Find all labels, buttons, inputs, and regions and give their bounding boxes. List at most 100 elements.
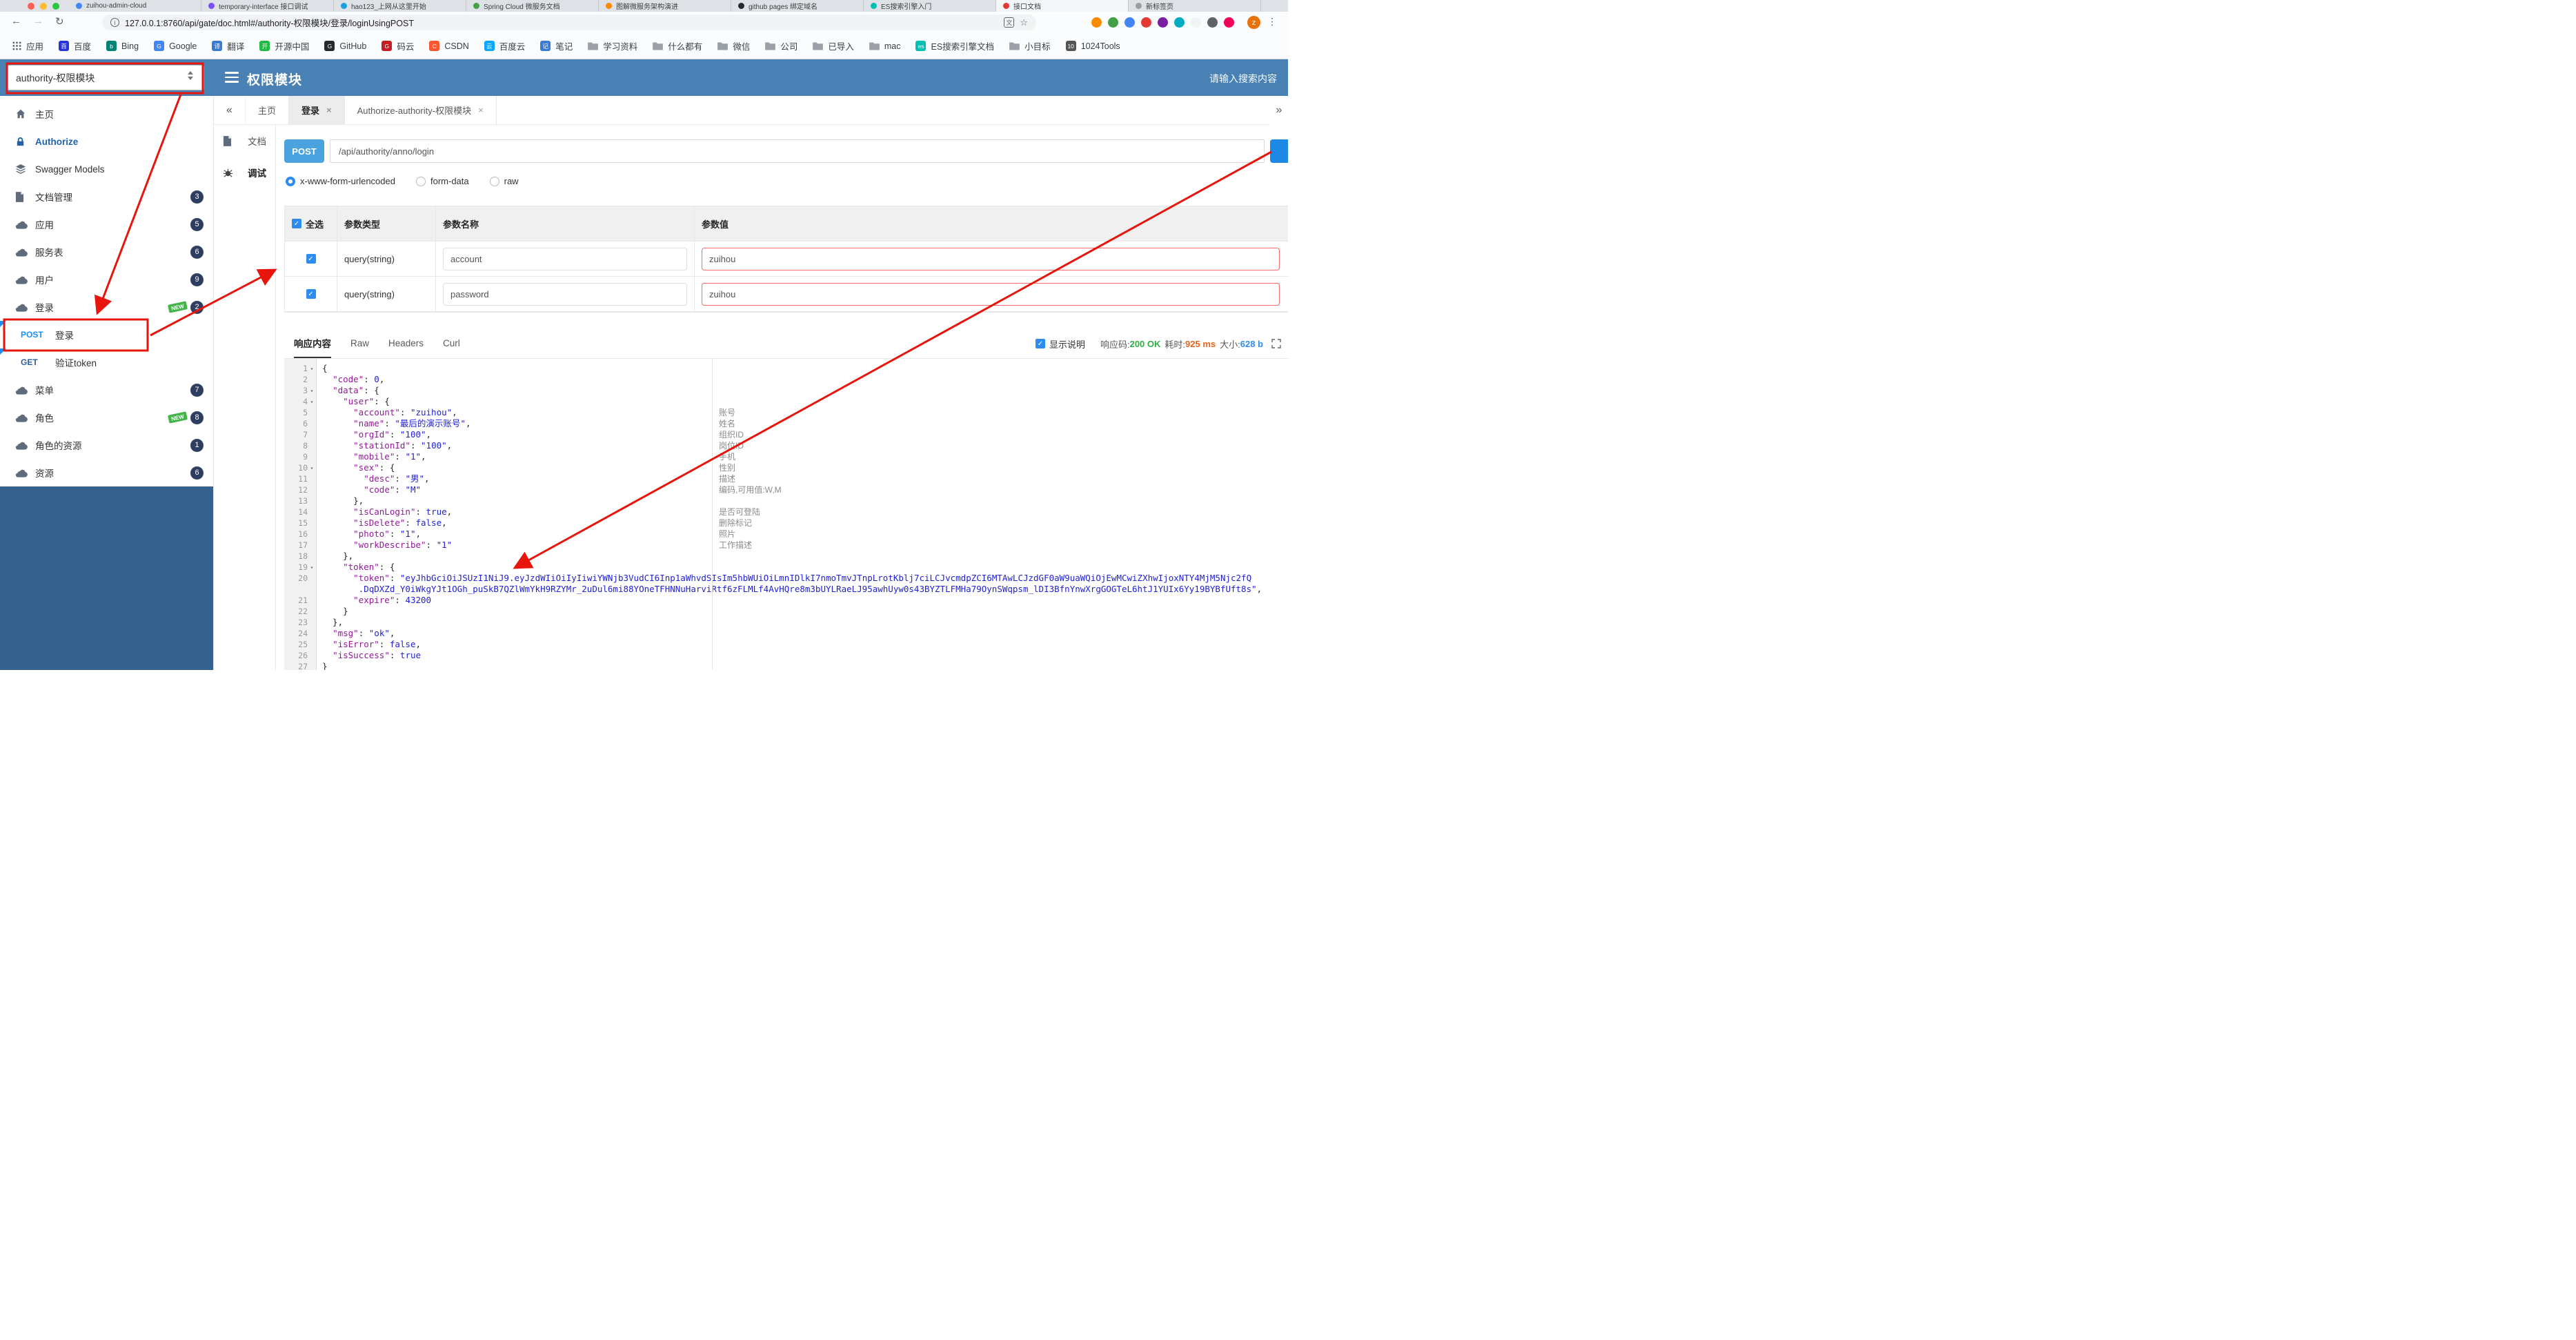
- profile-avatar[interactable]: z: [1247, 16, 1260, 29]
- reload-icon[interactable]: ↻: [55, 15, 64, 28]
- url-bar[interactable]: i 127.0.0.1:8760/api/gate/doc.html#/auth…: [102, 14, 1036, 30]
- content-type-radio[interactable]: raw: [489, 176, 519, 186]
- content-type-radio[interactable]: x-www-form-urlencoded: [286, 176, 395, 186]
- api-group-select[interactable]: authority-权限模块: [7, 65, 204, 90]
- select-spinner-icon[interactable]: [188, 71, 193, 80]
- bookmark-item[interactable]: es ES搜索引擎文档: [915, 39, 994, 52]
- sidebar-item[interactable]: 主页: [0, 100, 213, 128]
- response-tab[interactable]: Curl: [443, 328, 460, 358]
- content-tab[interactable]: 主页: [246, 96, 290, 124]
- response-tab[interactable]: Headers: [388, 328, 424, 358]
- close-window-icon[interactable]: [28, 3, 34, 10]
- request-path-input[interactable]: /api/authority/anno/login: [330, 139, 1265, 163]
- expand-icon[interactable]: [1271, 339, 1281, 348]
- browser-menu-icon[interactable]: ⋮: [1267, 16, 1277, 28]
- browser-tab[interactable]: temporary-interface 接口调试: [201, 0, 334, 12]
- sidebar-item[interactable]: 用户 9: [0, 266, 213, 293]
- bookmark-item[interactable]: G GitHub: [324, 41, 366, 51]
- extension-icon[interactable]: [1091, 17, 1102, 28]
- sidebar-item[interactable]: 服务表 6: [0, 238, 213, 266]
- editor-code[interactable]: { "code": 0, "data": { "user": { "accoun…: [317, 359, 1288, 670]
- send-button[interactable]: 发送: [1270, 139, 1288, 163]
- bookmark-star-icon[interactable]: ☆: [1020, 17, 1028, 28]
- sidebar-item[interactable]: 菜单 7: [0, 376, 213, 404]
- fold-arrow-icon[interactable]: ▾: [308, 564, 316, 571]
- page-info-icon[interactable]: i: [110, 18, 119, 27]
- bookmark-item[interactable]: C CSDN: [429, 41, 469, 51]
- sidebar-item[interactable]: 应用 5: [0, 210, 213, 238]
- fold-arrow-icon[interactable]: ▾: [308, 366, 316, 372]
- bookmark-item[interactable]: mac: [869, 41, 900, 51]
- browser-tab[interactable]: 新标签页: [1129, 0, 1261, 12]
- more-tabs-icon[interactable]: »: [1270, 96, 1288, 125]
- response-tab[interactable]: 响应内容: [294, 328, 331, 358]
- extension-icon[interactable]: [1224, 17, 1234, 28]
- window-controls[interactable]: [28, 3, 59, 10]
- content-tab[interactable]: Authorize-authority-权限模块 ×: [345, 96, 497, 124]
- sidebar-item[interactable]: Swagger Models: [0, 155, 213, 183]
- bookmark-item[interactable]: 微信: [717, 39, 750, 52]
- extension-icon[interactable]: [1108, 17, 1118, 28]
- fold-arrow-icon[interactable]: ▾: [308, 465, 316, 471]
- bookmark-item[interactable]: 公司: [765, 39, 797, 52]
- extension-icon[interactable]: [1141, 17, 1151, 28]
- extension-icon[interactable]: [1158, 17, 1168, 28]
- bookmark-item[interactable]: G 码云: [382, 39, 414, 52]
- extension-icon[interactable]: [1191, 17, 1201, 28]
- browser-tab[interactable]: github pages 绑定域名: [731, 0, 864, 12]
- sidebar-item[interactable]: 角色 NEW 8: [0, 404, 213, 431]
- bookmark-item[interactable]: 学习资料: [588, 39, 637, 52]
- collapse-tabs-icon[interactable]: «: [214, 96, 246, 124]
- fold-arrow-icon[interactable]: ▾: [308, 388, 316, 394]
- url-text[interactable]: 127.0.0.1:8760/api/gate/doc.html#/author…: [125, 16, 998, 29]
- content-type-radio[interactable]: form-data: [415, 176, 469, 186]
- bookmark-item[interactable]: 记笔记: [540, 39, 573, 52]
- browser-tab[interactable]: zuihou-admin-cloud: [69, 0, 201, 12]
- show-desc-checkbox[interactable]: ✓: [1035, 339, 1045, 348]
- bookmark-item[interactable]: 百百度: [59, 39, 91, 52]
- sidebar-item[interactable]: 资源 6: [0, 459, 213, 486]
- back-icon[interactable]: ←: [11, 15, 21, 28]
- bookmark-item[interactable]: 开开源中国: [259, 39, 309, 52]
- bookmark-item[interactable]: b Bing: [106, 41, 139, 51]
- fold-arrow-icon[interactable]: ▾: [308, 399, 316, 405]
- browser-tab[interactable]: 图解微服务架构演进: [599, 0, 731, 12]
- bookmark-item[interactable]: 10 1024Tools: [1065, 41, 1120, 51]
- browser-tab[interactable]: 接口文档: [996, 0, 1129, 12]
- param-value-input[interactable]: [702, 282, 1280, 306]
- browser-tab[interactable]: Spring Cloud 微服务文档: [466, 0, 599, 12]
- minimize-window-icon[interactable]: [40, 3, 47, 10]
- bookmark-item[interactable]: 云百度云: [484, 39, 525, 52]
- hamburger-icon[interactable]: [225, 72, 239, 86]
- row-checkbox[interactable]: ✓: [306, 289, 316, 299]
- sidebar-item[interactable]: 角色的资源 1: [0, 431, 213, 459]
- sidebar-item[interactable]: 登录 NEW 2: [0, 293, 213, 321]
- forward-icon[interactable]: →: [33, 15, 43, 28]
- bookmark-item[interactable]: 译翻译: [212, 39, 244, 52]
- extension-icon[interactable]: [1174, 17, 1185, 28]
- param-value-input[interactable]: [702, 247, 1280, 270]
- sidebar-op-post[interactable]: POST 登录: [0, 321, 213, 348]
- bookmark-item[interactable]: 小目标: [1009, 39, 1051, 52]
- param-name-input[interactable]: [443, 247, 687, 270]
- browser-tab[interactable]: hao123_上网从这里开始: [334, 0, 466, 12]
- bookmark-item[interactable]: 应用: [12, 39, 43, 52]
- close-icon[interactable]: ×: [478, 105, 484, 115]
- doc-nav-item[interactable]: 调试: [214, 157, 275, 188]
- sidebar-item[interactable]: Authorize: [0, 128, 213, 155]
- header-search-input[interactable]: 请输入搜索内容: [1209, 72, 1277, 86]
- translate-icon[interactable]: 文: [1004, 17, 1015, 28]
- browser-tab[interactable]: ES搜索引擎入门: [864, 0, 996, 12]
- content-tab[interactable]: 登录 ×: [289, 96, 345, 124]
- extension-icon[interactable]: [1124, 17, 1135, 28]
- sidebar-item[interactable]: 文档管理 3: [0, 183, 213, 210]
- zoom-window-icon[interactable]: [52, 3, 59, 10]
- response-tab[interactable]: Raw: [350, 328, 369, 358]
- sidebar-op-get[interactable]: GET 验证token: [0, 348, 213, 376]
- close-icon[interactable]: ×: [326, 105, 332, 115]
- select-all-checkbox[interactable]: ✓: [292, 219, 301, 228]
- bookmark-item[interactable]: 什么都有: [653, 39, 702, 52]
- doc-nav-item[interactable]: 文档: [214, 125, 275, 157]
- bookmark-item[interactable]: G Google: [154, 41, 197, 51]
- extension-icon[interactable]: [1207, 17, 1218, 28]
